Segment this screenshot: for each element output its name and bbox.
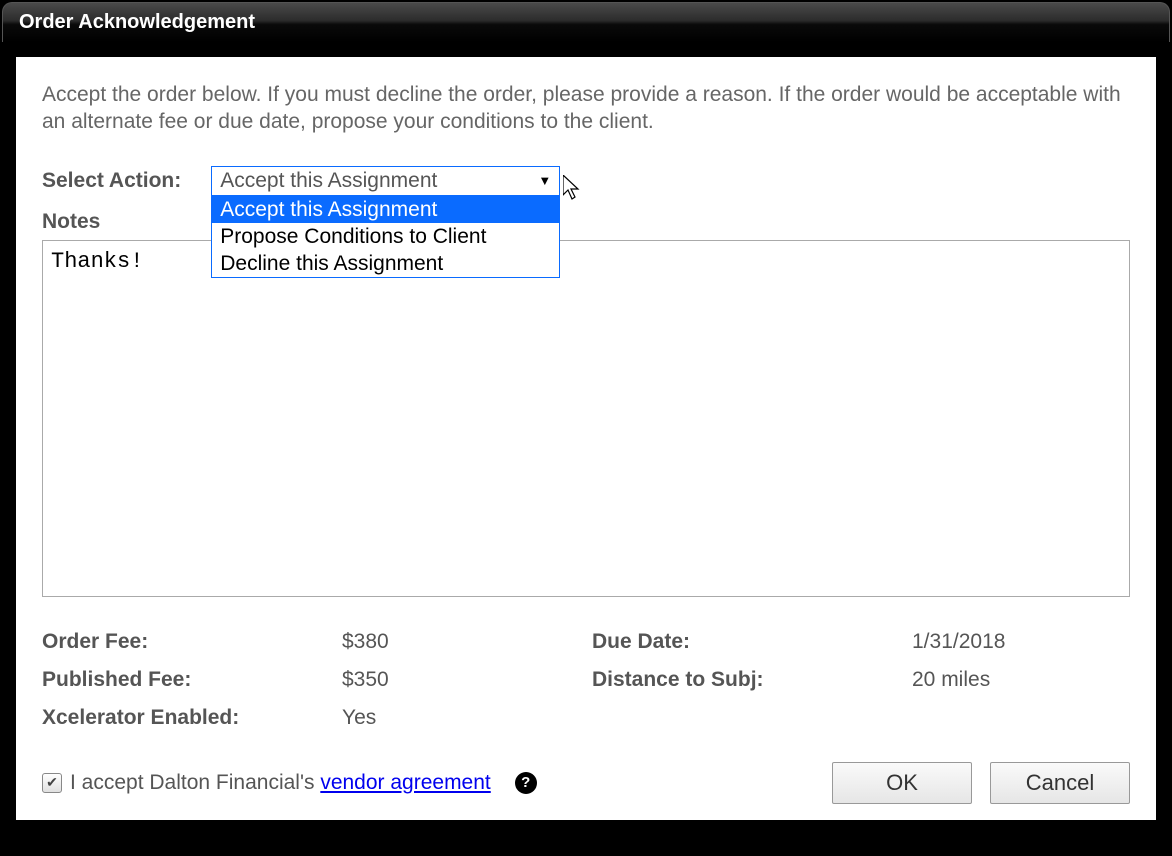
button-row: OK Cancel (832, 762, 1130, 804)
due-date-label: Due Date: (592, 630, 912, 654)
select-action-wrap: Accept this Assignment ▼ Accept this Ass… (211, 166, 560, 196)
vendor-agreement-link[interactable]: vendor agreement (320, 771, 490, 794)
due-date-value: 1/31/2018 (912, 630, 1130, 654)
select-action-options: Accept this Assignment Propose Condition… (211, 196, 560, 278)
dialog-footer: ✔ I accept Dalton Financial's vendor agr… (42, 762, 1130, 804)
intro-text: Accept the order below. If you must decl… (42, 81, 1130, 136)
order-fee-value: $380 (342, 630, 592, 654)
xcelerator-value: Yes (342, 706, 592, 730)
order-details: Order Fee: $380 Due Date: 1/31/2018 Publ… (42, 630, 1130, 730)
published-fee-label: Published Fee: (42, 668, 342, 692)
distance-value: 20 miles (912, 668, 1130, 692)
xcelerator-label: Xcelerator Enabled: (42, 706, 342, 730)
chevron-down-icon: ▼ (538, 173, 551, 188)
dialog-title: Order Acknowledgement (2, 2, 1170, 42)
dialog-content: Accept the order below. If you must decl… (16, 57, 1156, 820)
published-fee-value: $350 (342, 668, 592, 692)
accept-row: ✔ I accept Dalton Financial's vendor agr… (42, 771, 537, 795)
dialog-window: Order Acknowledgement Accept the order b… (2, 2, 1170, 854)
ok-button[interactable]: OK (832, 762, 972, 804)
select-action-label: Select Action: (42, 169, 181, 193)
option-decline[interactable]: Decline this Assignment (212, 250, 559, 277)
notes-textarea[interactable] (42, 240, 1130, 597)
option-accept[interactable]: Accept this Assignment (212, 196, 559, 223)
select-action-row: Select Action: Accept this Assignment ▼ … (42, 166, 1130, 196)
distance-label: Distance to Subj: (592, 668, 912, 692)
option-propose[interactable]: Propose Conditions to Client (212, 223, 559, 250)
select-action-dropdown[interactable]: Accept this Assignment ▼ (211, 166, 560, 196)
select-action-value: Accept this Assignment (220, 169, 437, 193)
cancel-button[interactable]: Cancel (990, 762, 1130, 804)
accept-checkbox[interactable]: ✔ (42, 773, 62, 793)
notes-label: Notes (42, 210, 1130, 234)
accept-text-prefix: I accept Dalton Financial's (70, 771, 320, 794)
order-fee-label: Order Fee: (42, 630, 342, 654)
help-icon[interactable]: ? (515, 772, 537, 794)
